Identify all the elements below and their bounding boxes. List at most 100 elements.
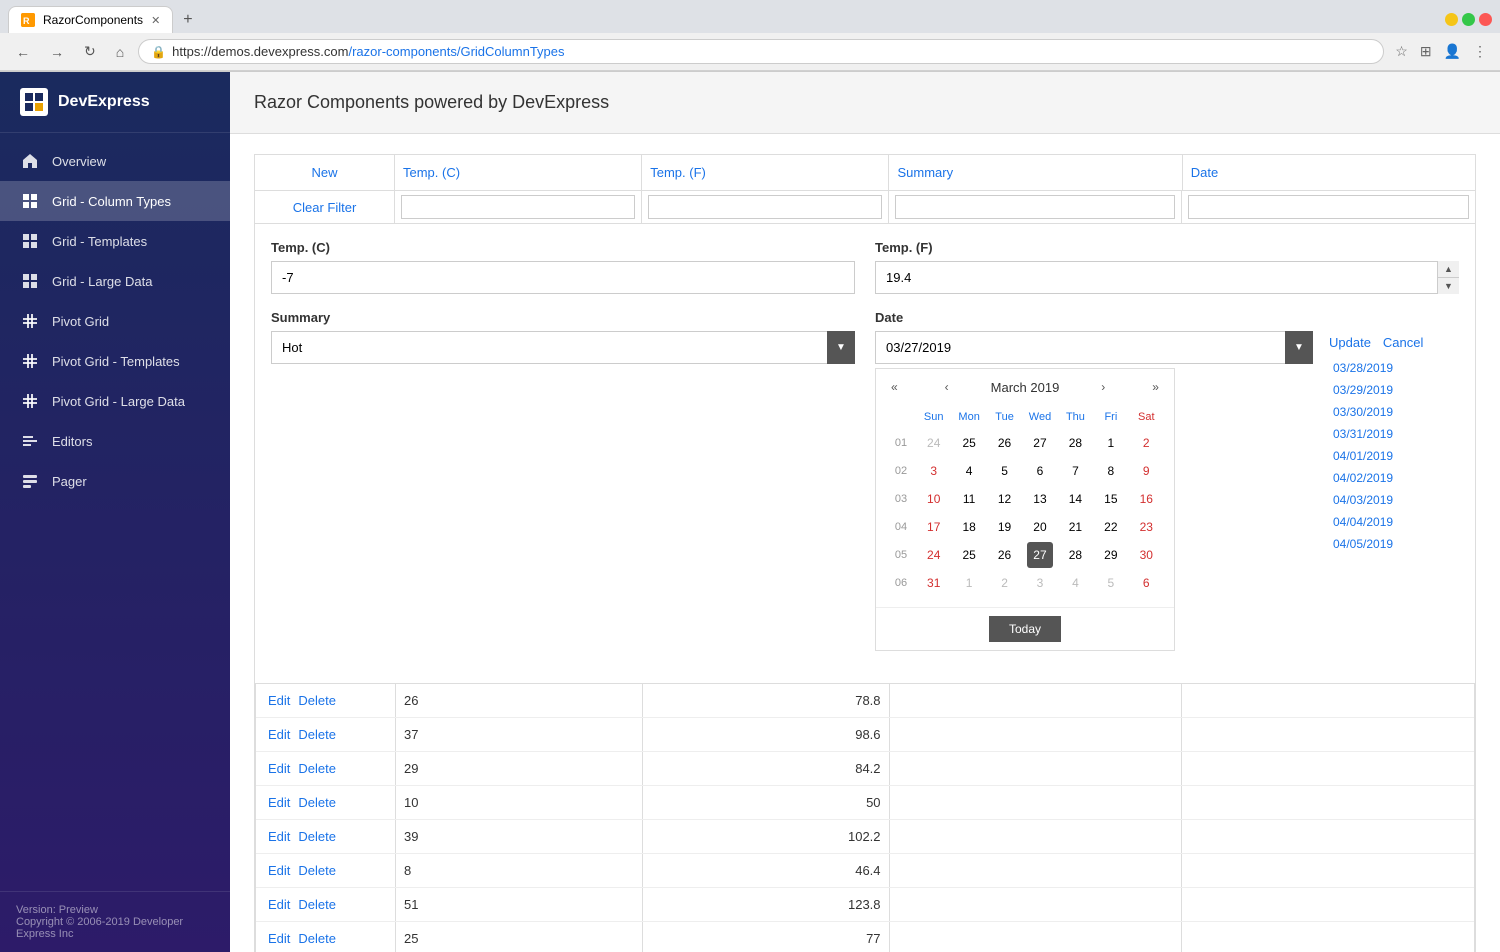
edit-link-1[interactable]: Edit bbox=[268, 727, 290, 742]
cal-day-30-sat[interactable]: 30 bbox=[1133, 542, 1159, 568]
cal-day-22[interactable]: 22 bbox=[1098, 514, 1124, 540]
cal-day-5-next[interactable]: 5 bbox=[1098, 570, 1124, 596]
forward-btn[interactable]: → bbox=[44, 41, 70, 63]
cal-day-25[interactable]: 25 bbox=[956, 430, 982, 456]
extensions-icon[interactable]: ⊞ bbox=[1417, 40, 1435, 63]
shortcut-4[interactable]: 04/01/2019 bbox=[1329, 446, 1459, 466]
summary-select[interactable]: Hot Warm Cool Cold Freezing bbox=[271, 331, 855, 364]
cal-next-btn[interactable]: › bbox=[1096, 377, 1110, 397]
delete-link-7[interactable]: Delete bbox=[298, 931, 336, 946]
cal-day-28-thu[interactable]: 28 bbox=[1062, 542, 1088, 568]
cal-day-12[interactable]: 12 bbox=[992, 486, 1018, 512]
edit-link-3[interactable]: Edit bbox=[268, 795, 290, 810]
filter-date-input[interactable] bbox=[1188, 195, 1469, 219]
shortcut-6[interactable]: 04/03/2019 bbox=[1329, 490, 1459, 510]
sidebar-item-pager[interactable]: Pager bbox=[0, 461, 230, 501]
temp-f-input[interactable] bbox=[875, 261, 1459, 294]
filter-summary-input[interactable] bbox=[895, 195, 1176, 219]
delete-link-1[interactable]: Delete bbox=[298, 727, 336, 742]
col-header-new[interactable]: New bbox=[255, 155, 395, 190]
delete-link-3[interactable]: Delete bbox=[298, 795, 336, 810]
sidebar-item-pivot-grid-large-data[interactable]: Pivot Grid - Large Data bbox=[0, 381, 230, 421]
cal-day-15[interactable]: 15 bbox=[1098, 486, 1124, 512]
sidebar-item-editors[interactable]: Editors bbox=[0, 421, 230, 461]
cal-day-8[interactable]: 8 bbox=[1098, 458, 1124, 484]
address-bar[interactable]: 🔒 https://demos.devexpress.com/razor-com… bbox=[138, 39, 1384, 64]
shortcut-8[interactable]: 04/05/2019 bbox=[1329, 534, 1459, 554]
cancel-btn[interactable]: Cancel bbox=[1383, 335, 1423, 350]
cal-day-9-sat[interactable]: 9 bbox=[1133, 458, 1159, 484]
col-header-date[interactable]: Date bbox=[1183, 155, 1475, 190]
cal-day-7[interactable]: 7 bbox=[1062, 458, 1088, 484]
col-header-summary[interactable]: Summary bbox=[889, 155, 1182, 190]
cal-day-5[interactable]: 5 bbox=[992, 458, 1018, 484]
bookmark-icon[interactable]: ☆ bbox=[1392, 40, 1411, 63]
cal-day-14[interactable]: 14 bbox=[1062, 486, 1088, 512]
cal-day-21[interactable]: 21 bbox=[1062, 514, 1088, 540]
shortcut-3[interactable]: 03/31/2019 bbox=[1329, 424, 1459, 444]
today-btn[interactable]: Today bbox=[989, 616, 1061, 642]
win-maximize-btn[interactable] bbox=[1462, 13, 1475, 26]
cal-day-25-mon[interactable]: 25 bbox=[956, 542, 982, 568]
cal-day-11[interactable]: 11 bbox=[956, 486, 982, 512]
cal-day-18[interactable]: 18 bbox=[956, 514, 982, 540]
cal-day-3-next[interactable]: 3 bbox=[1027, 570, 1053, 596]
cal-day-4-next[interactable]: 4 bbox=[1062, 570, 1088, 596]
filter-temp-c-input[interactable] bbox=[401, 195, 635, 219]
cal-day-27-w1[interactable]: 27 bbox=[1027, 430, 1053, 456]
profile-icon[interactable]: 👤 bbox=[1441, 40, 1464, 63]
back-btn[interactable]: ← bbox=[10, 41, 36, 63]
sidebar-item-overview[interactable]: Overview bbox=[0, 141, 230, 181]
delete-link-0[interactable]: Delete bbox=[298, 693, 336, 708]
browser-tab[interactable]: R RazorComponents ✕ bbox=[8, 6, 173, 33]
menu-icon[interactable]: ⋮ bbox=[1470, 40, 1490, 63]
date-input[interactable] bbox=[875, 331, 1313, 364]
cal-first-btn[interactable]: « bbox=[886, 377, 903, 397]
spin-up-btn[interactable]: ▲ bbox=[1438, 261, 1459, 278]
cal-day-31-sun[interactable]: 31 bbox=[921, 570, 947, 596]
cal-day-2-next[interactable]: 2 bbox=[992, 570, 1018, 596]
sidebar-item-grid-column-types[interactable]: Grid - Column Types bbox=[0, 181, 230, 221]
cal-day-29[interactable]: 29 bbox=[1098, 542, 1124, 568]
new-tab-btn[interactable]: + bbox=[177, 11, 198, 29]
cal-day-27-selected[interactable]: 27 bbox=[1027, 542, 1053, 568]
delete-link-2[interactable]: Delete bbox=[298, 761, 336, 776]
cal-day-17-sun[interactable]: 17 bbox=[921, 514, 947, 540]
cal-prev-btn[interactable]: ‹ bbox=[940, 377, 954, 397]
col-header-temp-c[interactable]: Temp. (C) bbox=[395, 155, 642, 190]
shortcut-1[interactable]: 03/29/2019 bbox=[1329, 380, 1459, 400]
cal-day-26-tue[interactable]: 26 bbox=[992, 542, 1018, 568]
cal-day-26[interactable]: 26 bbox=[992, 430, 1018, 456]
cal-day-28[interactable]: 28 bbox=[1062, 430, 1088, 456]
tab-close-btn[interactable]: ✕ bbox=[151, 14, 160, 27]
cal-day-1-fri[interactable]: 1 bbox=[1098, 430, 1124, 456]
clear-filter-btn[interactable]: Clear Filter bbox=[255, 191, 395, 223]
cal-day-10-sun[interactable]: 10 bbox=[921, 486, 947, 512]
shortcut-2[interactable]: 03/30/2019 bbox=[1329, 402, 1459, 422]
cal-day-1-next[interactable]: 1 bbox=[956, 570, 982, 596]
spin-down-btn[interactable]: ▼ bbox=[1438, 278, 1459, 294]
cal-day-2-sat[interactable]: 2 bbox=[1133, 430, 1159, 456]
cal-day-3-sun[interactable]: 3 bbox=[921, 458, 947, 484]
temp-c-input[interactable] bbox=[271, 261, 855, 294]
update-btn[interactable]: Update bbox=[1329, 335, 1371, 350]
cal-day-24-prev[interactable]: 24 bbox=[921, 430, 947, 456]
date-dropdown-arrow-icon[interactable]: ▼ bbox=[1285, 331, 1313, 364]
refresh-btn[interactable]: ↻ bbox=[78, 40, 102, 63]
cal-day-4[interactable]: 4 bbox=[956, 458, 982, 484]
sidebar-item-grid-large-data[interactable]: Grid - Large Data bbox=[0, 261, 230, 301]
cal-day-23-sat[interactable]: 23 bbox=[1133, 514, 1159, 540]
shortcut-5[interactable]: 04/02/2019 bbox=[1329, 468, 1459, 488]
sidebar-item-pivot-grid-templates[interactable]: Pivot Grid - Templates bbox=[0, 341, 230, 381]
cal-day-16-sat[interactable]: 16 bbox=[1133, 486, 1159, 512]
edit-link-5[interactable]: Edit bbox=[268, 863, 290, 878]
sidebar-item-grid-templates[interactable]: Grid - Templates bbox=[0, 221, 230, 261]
shortcut-7[interactable]: 04/04/2019 bbox=[1329, 512, 1459, 532]
cal-day-19[interactable]: 19 bbox=[992, 514, 1018, 540]
edit-link-6[interactable]: Edit bbox=[268, 897, 290, 912]
home-btn[interactable]: ⌂ bbox=[110, 41, 130, 63]
sidebar-item-pivot-grid[interactable]: Pivot Grid bbox=[0, 301, 230, 341]
delete-link-4[interactable]: Delete bbox=[298, 829, 336, 844]
edit-link-4[interactable]: Edit bbox=[268, 829, 290, 844]
delete-link-5[interactable]: Delete bbox=[298, 863, 336, 878]
